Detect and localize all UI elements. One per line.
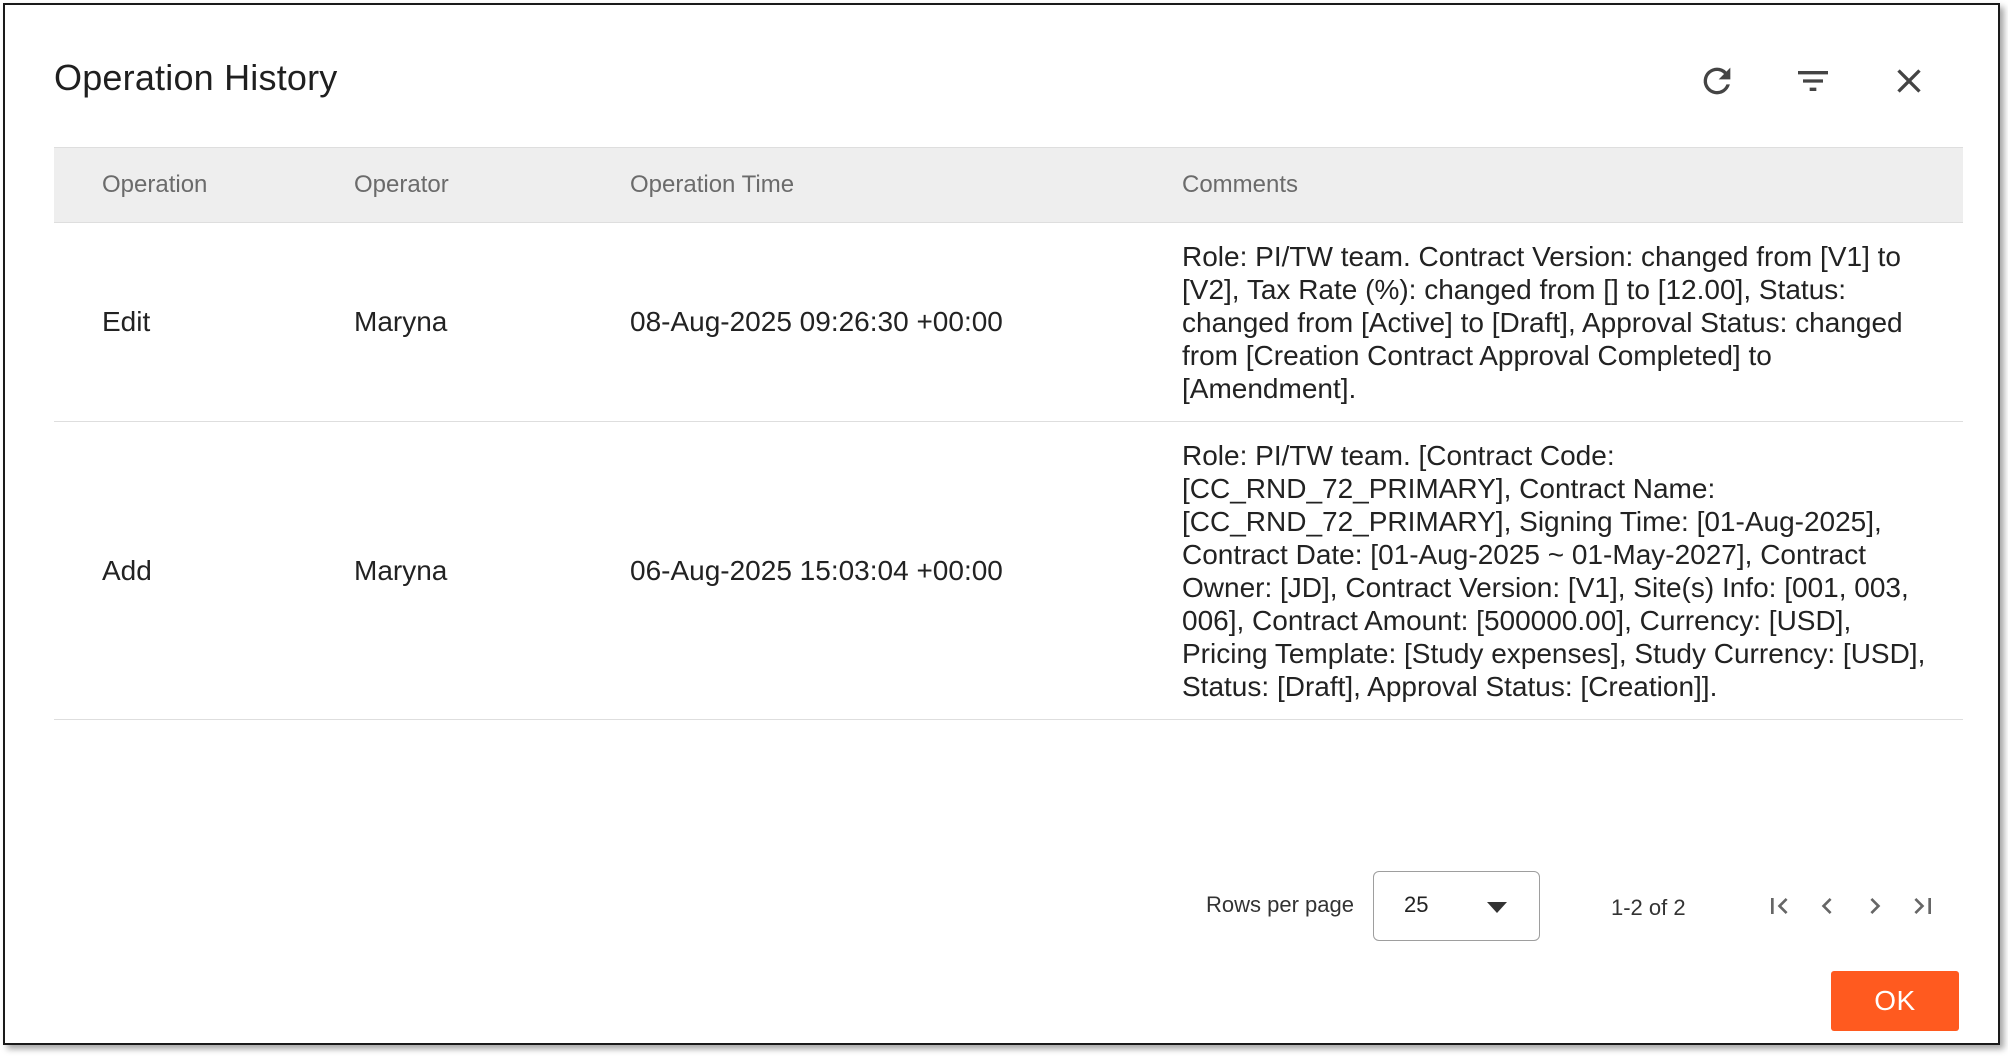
table-header: Operation Operator Operation Time Commen…	[54, 147, 1963, 223]
cell-comments: Role: PI/TW team. [Contract Code: [CC_RN…	[1182, 439, 1926, 702]
previous-page-icon[interactable]	[1807, 886, 1847, 926]
next-page-icon[interactable]	[1855, 886, 1895, 926]
operation-history-table: Operation Operator Operation Time Commen…	[54, 147, 1963, 720]
cell-operator: Maryna	[354, 554, 448, 586]
cell-operator: Maryna	[354, 306, 448, 337]
column-header-operator: Operator	[354, 171, 449, 198]
column-header-operation: Operation	[102, 171, 208, 198]
cell-operation-time: 06-Aug-2025 15:03:04 +00:00	[630, 554, 1003, 586]
refresh-icon[interactable]	[1691, 55, 1743, 107]
operation-history-dialog: Operation History Operation Operator Ope…	[3, 3, 2000, 1045]
column-header-comments: Comments	[1182, 171, 1299, 198]
first-page-icon[interactable]	[1759, 886, 1799, 926]
close-icon[interactable]	[1883, 55, 1935, 107]
caret-down-icon	[1487, 902, 1507, 913]
rows-per-page-value: 25	[1404, 892, 1429, 917]
ok-button[interactable]: OK	[1831, 971, 1959, 1031]
pagination-range: 1-2 of 2	[1611, 895, 1686, 920]
last-page-icon[interactable]	[1903, 886, 1943, 926]
cell-comments: Role: PI/TW team. Contract Version: chan…	[1182, 240, 1903, 404]
table-row: Edit Maryna 08-Aug-2025 09:26:30 +00:00 …	[54, 223, 1963, 422]
cell-operation: Add	[102, 554, 152, 586]
column-header-operation-time: Operation Time	[630, 171, 795, 198]
table-row: Add Maryna 06-Aug-2025 15:03:04 +00:00 R…	[54, 422, 1963, 720]
cell-operation: Edit	[102, 306, 151, 337]
rows-per-page-select[interactable]: 25	[1373, 871, 1540, 941]
filter-icon[interactable]	[1787, 55, 1839, 107]
rows-per-page-label: Rows per page	[1206, 892, 1354, 917]
cell-operation-time: 08-Aug-2025 09:26:30 +00:00	[630, 306, 1003, 337]
dialog-title: Operation History	[54, 57, 338, 98]
